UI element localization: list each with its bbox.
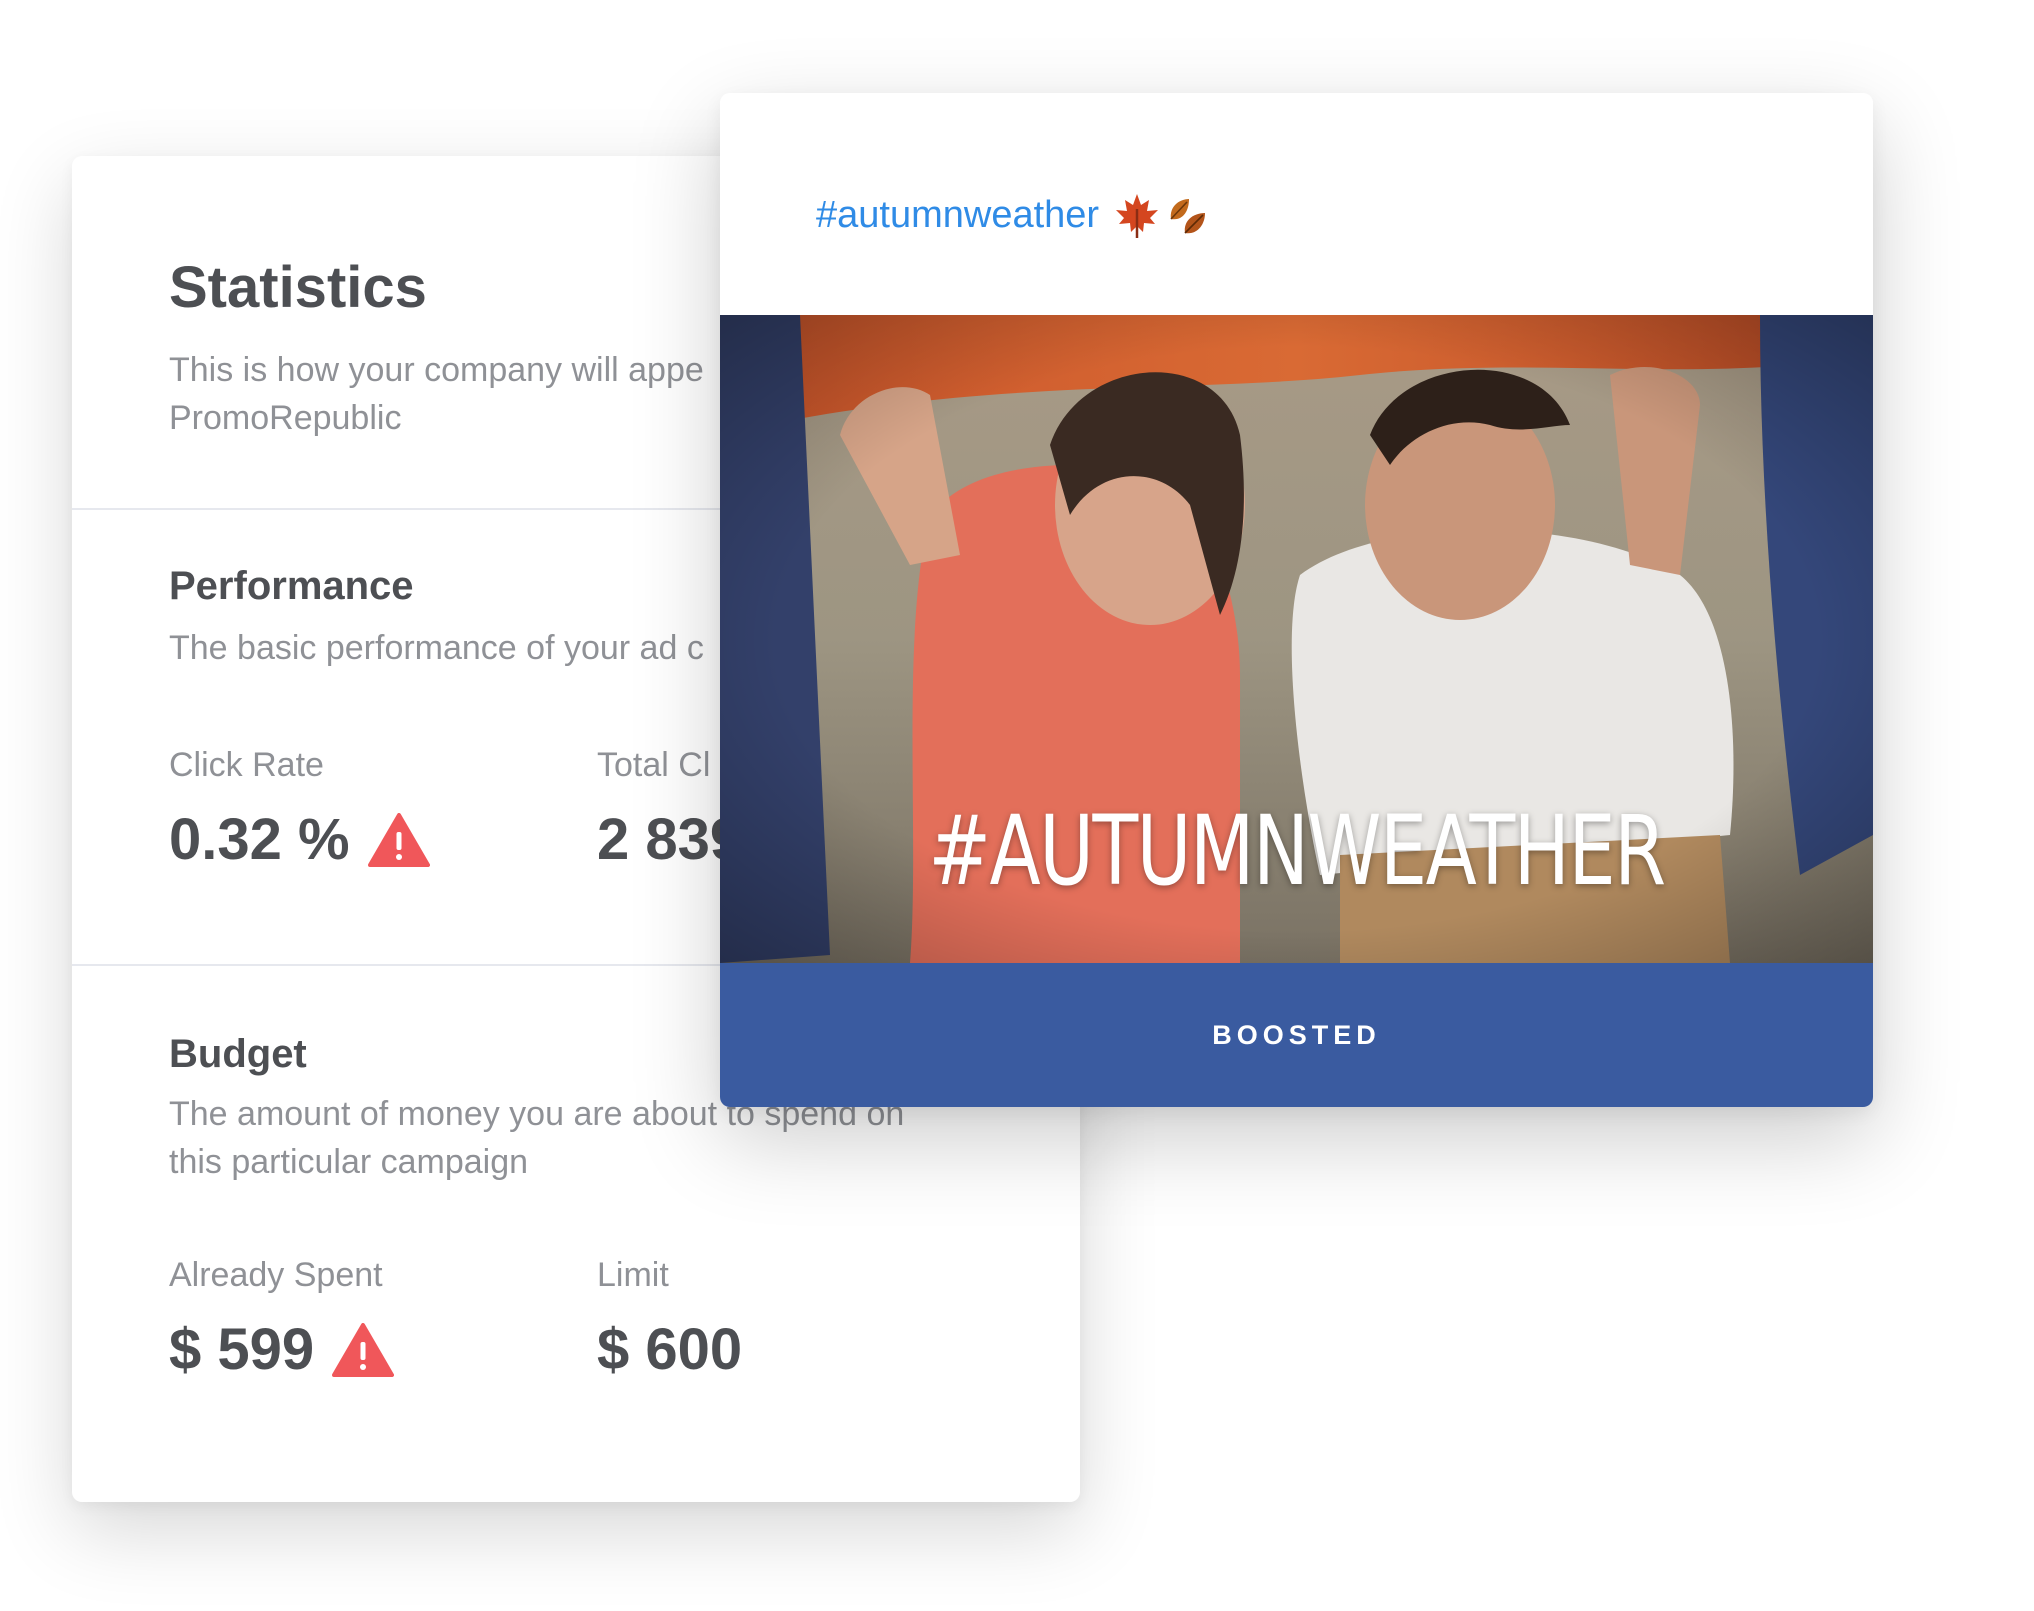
performance-title: Performance	[169, 564, 414, 608]
hashtag-link[interactable]: #autumnweather	[816, 191, 1211, 239]
post-header: #autumnweather	[720, 93, 1873, 315]
boosted-button[interactable]: BOOSTED	[720, 963, 1873, 1107]
click-rate-value: 0.32 %	[169, 806, 430, 873]
statistics-title: Statistics	[169, 255, 427, 320]
click-rate-label: Click Rate	[169, 746, 324, 784]
total-clicks-label: Total Cl	[597, 746, 711, 784]
already-spent-number: $ 599	[169, 1317, 315, 1382]
post-photo: #AUTUMNWEATHER	[720, 315, 1873, 963]
already-spent-value: $ 599	[169, 1316, 395, 1383]
limit-label: Limit	[597, 1256, 669, 1294]
click-rate-number: 0.32 %	[169, 807, 350, 872]
boosted-label[interactable]: BOOSTED	[1212, 1020, 1381, 1051]
warning-triangle-icon[interactable]	[367, 812, 430, 867]
statistics-subtitle-line2: PromoRepublic	[169, 399, 402, 437]
fallen-leaves-icon	[1163, 191, 1211, 239]
warning-triangle-icon[interactable]	[332, 1322, 395, 1377]
performance-subtitle: The basic performance of your ad c	[169, 629, 704, 667]
already-spent-label: Already Spent	[169, 1256, 383, 1294]
limit-value: $ 600	[597, 1317, 743, 1382]
budget-title: Budget	[169, 1032, 307, 1076]
budget-subtitle-line2: this particular campaign	[169, 1143, 529, 1181]
hashtag-text[interactable]: #autumnweather	[816, 194, 1099, 237]
maple-leaf-icon	[1113, 191, 1161, 239]
image-overlay-hashtag: #AUTUMNWEATHER	[928, 795, 1666, 907]
post-preview-card[interactable]: #autumnweather #AUTUMNWEATHER BOOSTED	[720, 93, 1873, 1107]
statistics-subtitle: This is how your company will appe	[169, 351, 704, 389]
